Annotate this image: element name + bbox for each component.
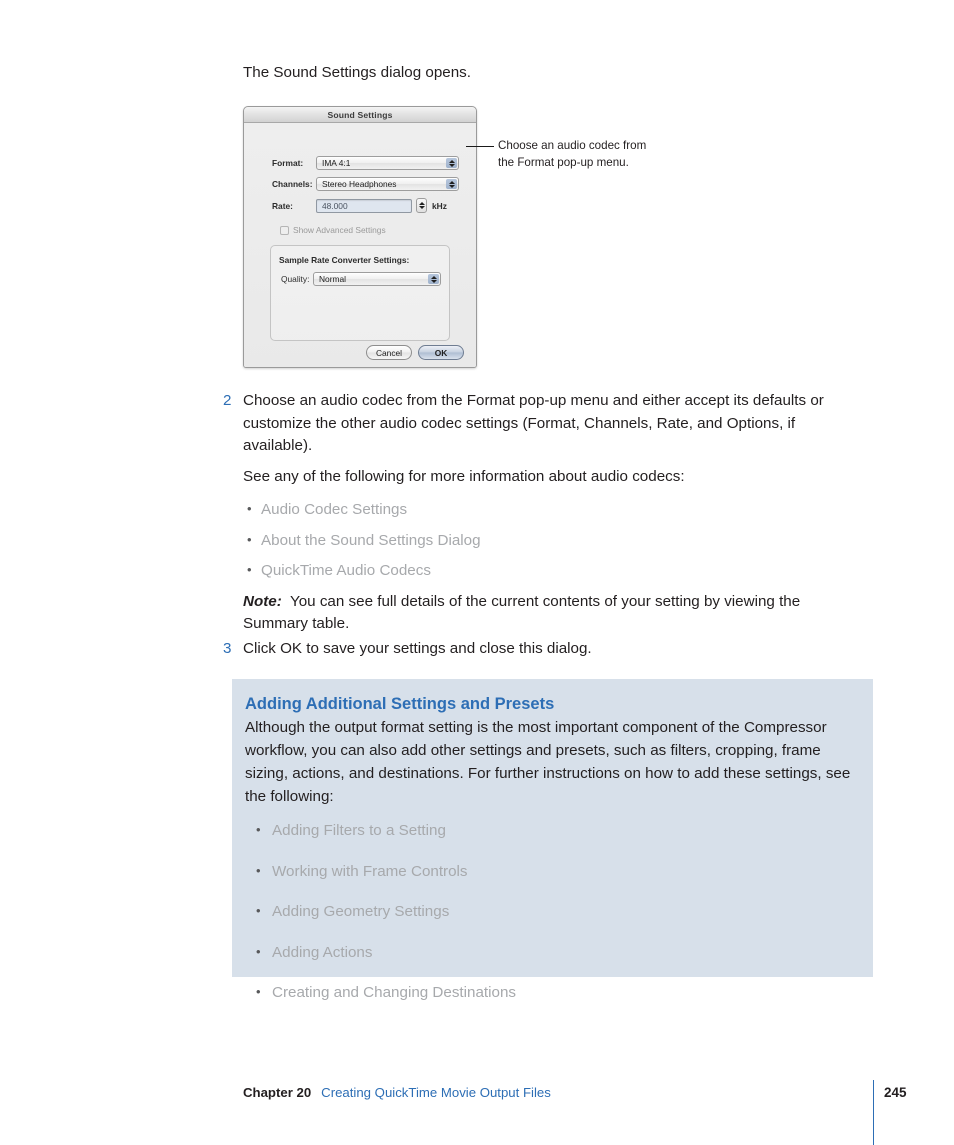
step-2-note: Note: You can see full details of the cu… <box>243 591 863 636</box>
channels-label: Channels: <box>272 179 313 189</box>
quality-row: Quality: Normal <box>281 272 446 286</box>
quality-popup[interactable]: Normal <box>313 272 441 286</box>
dialog-title: Sound Settings <box>327 109 393 120</box>
bluebox-link-list: Adding Filters to a Setting Working with… <box>245 819 851 1005</box>
page-number: 245 <box>884 1085 907 1100</box>
quality-popup-value: Normal <box>319 274 346 284</box>
note-text: You can see full details of the current … <box>243 592 801 633</box>
channels-row: Channels: Stereo Headphones <box>272 177 462 191</box>
footer-section-link[interactable]: Creating QuickTime Movie Output Files <box>321 1085 551 1100</box>
bluebox-title: Adding Additional Settings and Presets <box>245 695 555 713</box>
dialog-body: Format: IMA 4:1 Channels: Stereo Headpho… <box>244 123 476 367</box>
rate-input[interactable]: 48.000 <box>316 198 412 213</box>
document-page: The Sound Settings dialog opens. Sound S… <box>0 0 954 1145</box>
channels-popup[interactable]: Stereo Headphones <box>316 177 459 191</box>
step-2-link-list: Audio Codec Settings About the Sound Set… <box>243 498 863 583</box>
intro-paragraph: The Sound Settings dialog opens. <box>243 64 471 81</box>
step-3-paragraph-1: Click OK to save your settings and close… <box>243 640 592 657</box>
format-row: Format: IMA 4:1 <box>272 156 462 170</box>
sound-settings-dialog: Sound Settings Format: IMA 4:1 Channels:… <box>243 106 477 368</box>
list-item[interactable]: QuickTime Audio Codecs <box>243 559 863 583</box>
step-2-paragraph-2: See any of the following for more inform… <box>243 467 685 485</box>
footer-divider <box>873 1080 874 1145</box>
rate-label: Rate: <box>272 200 293 211</box>
sample-rate-converter-group: Sample Rate Converter Settings: Quality:… <box>270 245 450 341</box>
list-item[interactable]: Audio Codec Settings <box>243 498 863 522</box>
rate-unit-label: kHz <box>432 200 447 211</box>
list-item[interactable]: Creating and Changing Destinations <box>245 981 851 1005</box>
dialog-titlebar: Sound Settings <box>244 107 476 123</box>
step-2-number: 2 <box>223 392 232 409</box>
show-advanced-settings-row[interactable]: Show Advanced Settings <box>280 225 386 235</box>
quality-label: Quality: <box>281 274 310 284</box>
format-label: Format: <box>272 158 304 168</box>
channels-popup-value: Stereo Headphones <box>322 179 397 189</box>
footer-chapter-label: Chapter 20 <box>243 1085 312 1100</box>
callout-leader-line <box>466 146 494 147</box>
cancel-button[interactable]: Cancel <box>366 345 412 360</box>
list-item[interactable]: Working with Frame Controls <box>245 860 851 884</box>
step-3-number: 3 <box>223 640 232 657</box>
callout-text: Choose an audio codec from the Format po… <box>498 139 647 169</box>
rate-input-value: 48.000 <box>322 200 348 211</box>
list-item[interactable]: Adding Filters to a Setting <box>245 819 851 843</box>
dialog-button-bar: Cancel OK <box>366 345 464 360</box>
chevron-updown-icon <box>446 179 457 189</box>
format-popup[interactable]: IMA 4:1 <box>316 156 459 170</box>
step-3: 3 Click OK to save your settings and clo… <box>223 638 863 661</box>
page-footer: Chapter 20 Creating QuickTime Movie Outp… <box>243 1085 883 1100</box>
step-2: 2 Choose an audio codec from the Format … <box>223 390 863 636</box>
chevron-updown-icon <box>446 158 457 168</box>
list-item[interactable]: About the Sound Settings Dialog <box>243 529 863 553</box>
format-popup-value: IMA 4:1 <box>322 158 351 168</box>
chevron-updown-icon <box>428 274 439 284</box>
show-advanced-settings-checkbox[interactable] <box>280 225 289 235</box>
ok-button[interactable]: OK <box>418 345 464 360</box>
list-item[interactable]: Adding Geometry Settings <box>245 900 851 924</box>
show-advanced-settings-label: Show Advanced Settings <box>293 225 386 235</box>
list-item[interactable]: Adding Actions <box>245 941 851 965</box>
sample-rate-converter-title: Sample Rate Converter Settings: <box>279 255 410 265</box>
rate-stepper[interactable] <box>416 198 427 213</box>
bluebox-paragraph: Although the output format setting is th… <box>245 719 851 805</box>
sidebar-callout-box: Adding Additional Settings and Presets A… <box>232 679 873 1003</box>
note-label: Note: <box>243 592 282 610</box>
rate-row: Rate: 48.000 kHz <box>272 198 467 213</box>
step-2-paragraph-1: Choose an audio codec from the Format po… <box>243 392 824 454</box>
